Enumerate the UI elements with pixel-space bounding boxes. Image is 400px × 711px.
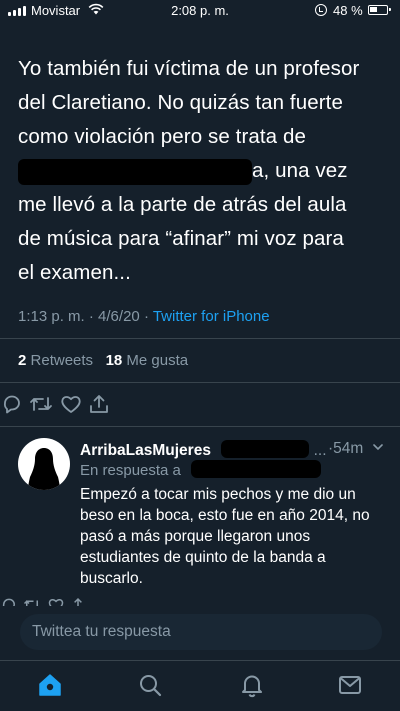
reply-actions bbox=[0, 596, 400, 606]
reply-compose-bar bbox=[20, 614, 382, 650]
rotation-lock-icon bbox=[315, 4, 327, 16]
share-icon[interactable] bbox=[87, 392, 111, 416]
reply-icon[interactable] bbox=[0, 392, 24, 416]
tweet-line: Yo también fui víctima de un profesor bbox=[18, 57, 360, 80]
redaction-block bbox=[191, 460, 322, 478]
tweet-line: me llevó a la parte de atrás del aula bbox=[18, 193, 347, 216]
divider bbox=[0, 382, 400, 383]
reply-time: ·54m bbox=[328, 440, 364, 457]
notifications-icon[interactable] bbox=[238, 671, 266, 699]
messages-icon[interactable] bbox=[336, 671, 364, 699]
tweet-time: 1:13 p. m. bbox=[18, 308, 85, 325]
redaction-block bbox=[221, 440, 310, 458]
retweet-icon[interactable] bbox=[22, 596, 42, 606]
reply-author-name[interactable]: ArribaLasMujeres ... bbox=[80, 440, 327, 460]
redaction-block bbox=[18, 158, 252, 185]
share-icon[interactable] bbox=[69, 596, 87, 606]
tweet-line: del Claretiano. No quizás tan fuerte bbox=[18, 91, 343, 114]
tweet-date: 4/6/20 bbox=[98, 308, 140, 325]
replying-to: En respuesta a bbox=[80, 460, 322, 479]
bottom-nav bbox=[0, 660, 400, 711]
tweet-stats: 2 Retweets 18 Me gusta bbox=[18, 352, 188, 369]
home-icon[interactable] bbox=[36, 671, 64, 699]
meta-separator: · bbox=[88, 308, 94, 325]
chevron-down-icon[interactable] bbox=[372, 441, 384, 453]
battery-percentage: 48 % bbox=[333, 3, 363, 18]
tweet-line: de música para “afinar” mi voz para bbox=[18, 227, 344, 250]
reply-input[interactable] bbox=[20, 614, 382, 650]
avatar[interactable] bbox=[18, 438, 70, 490]
divider bbox=[0, 426, 400, 427]
avatar-silhouette bbox=[28, 448, 60, 490]
tweet-line: como violación pero se trata de bbox=[18, 125, 306, 148]
status-bar: Movistar 2:08 p. m. 48 % bbox=[0, 0, 400, 22]
tweet-source-link[interactable]: Twitter for iPhone bbox=[153, 308, 270, 325]
like-icon[interactable] bbox=[47, 596, 65, 606]
likes-link[interactable]: 18 Me gusta bbox=[106, 352, 189, 369]
tweet-line: el examen... bbox=[18, 261, 131, 284]
battery-icon bbox=[368, 5, 391, 15]
search-icon[interactable] bbox=[136, 671, 164, 699]
retweet-icon[interactable] bbox=[28, 392, 54, 416]
meta-separator: · bbox=[143, 308, 149, 325]
like-icon[interactable] bbox=[59, 392, 83, 416]
tweet-actions bbox=[0, 392, 400, 418]
tweet-text: Yo también fui víctima de un profesor de… bbox=[18, 52, 388, 290]
retweets-link[interactable]: 2 Retweets bbox=[18, 352, 93, 369]
tweet-line-redacted: a, una vez bbox=[18, 154, 388, 188]
reply-text: Empezó a tocar mis pechos y me dio un be… bbox=[80, 486, 370, 587]
tweet-meta: 1:13 p. m. · 4/6/20 · Twitter for iPhone bbox=[18, 308, 270, 325]
divider bbox=[0, 338, 400, 339]
reply-icon[interactable] bbox=[0, 596, 18, 606]
